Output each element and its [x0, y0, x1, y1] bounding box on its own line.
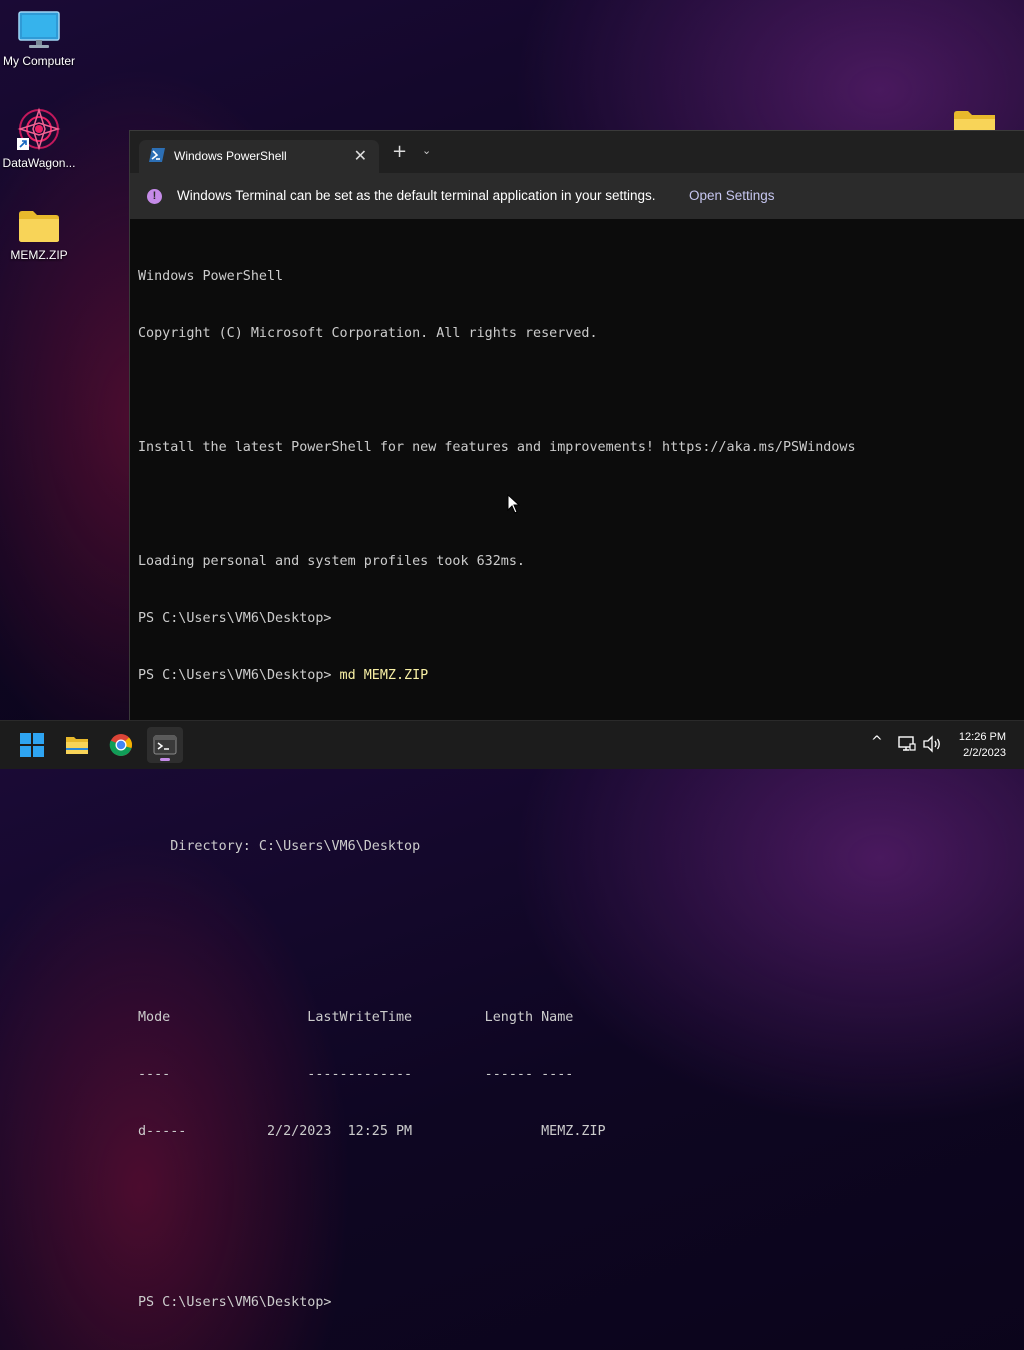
desktop-icon-my-computer[interactable]: My Computer — [0, 10, 78, 68]
console-line: Copyright (C) Microsoft Corporation. All… — [138, 326, 598, 341]
show-hidden-icons-button[interactable]: ^ — [871, 734, 883, 750]
desktop-icon-label: DataWagon... — [2, 156, 76, 170]
tab-title: Windows PowerShell — [174, 149, 287, 163]
command-text: md MEMZ.ZIP — [339, 668, 429, 683]
console-line: ---- ------------- ------ ---- — [138, 1067, 574, 1082]
folder-icon — [19, 211, 59, 242]
file-explorer-button[interactable] — [59, 727, 95, 763]
title-bar[interactable]: Windows PowerShell ✕ + ⌄ — [130, 131, 1024, 173]
terminal-button[interactable] — [147, 727, 183, 763]
taskbar: ^ 12:26 PM 2/2/2023 — [0, 720, 1024, 769]
powershell-icon — [149, 148, 165, 162]
info-bar: ! Windows Terminal can be set as the def… — [130, 173, 1024, 219]
console-command-line: PS C:\Users\VM6\Desktop> md MEMZ.ZIP — [138, 666, 1024, 685]
windows-logo-icon — [20, 733, 44, 757]
console-line: Mode LastWriteTime Length Name — [138, 1010, 574, 1025]
console-line: Windows PowerShell — [138, 269, 284, 284]
console-line: Install the latest PowerShell for new fe… — [138, 440, 856, 455]
monitor-icon — [18, 11, 60, 48]
console-line: PS C:\Users\VM6\Desktop> — [138, 1295, 332, 1310]
open-settings-link[interactable]: Open Settings — [689, 188, 775, 203]
new-tab-button[interactable]: + — [392, 143, 407, 161]
desktop-icon-label: MEMZ.ZIP — [10, 248, 68, 262]
folder-icon — [66, 737, 88, 754]
desktop-icon-label: My Computer — [2, 54, 76, 68]
chrome-icon — [109, 734, 132, 756]
prompt: PS C:\Users\VM6\Desktop> — [138, 668, 340, 683]
terminal-window: Windows PowerShell ✕ + ⌄ ! Windows Termi… — [129, 130, 1024, 1310]
console-line: Directory: C:\Users\VM6\Desktop — [138, 839, 421, 854]
chrome-button[interactable] — [103, 727, 139, 763]
clock-time: 12:26 PM — [958, 731, 1006, 743]
active-app-indicator — [160, 758, 170, 761]
clock-date: 2/2/2023 — [963, 747, 1006, 759]
network-icon[interactable] — [898, 735, 916, 753]
terminal-icon — [153, 735, 177, 755]
start-button[interactable] — [14, 727, 50, 763]
close-tab-button[interactable]: ✕ — [354, 146, 367, 165]
info-message: Windows Terminal can be set as the defau… — [177, 188, 656, 203]
system-clock[interactable]: 12:26 PM 2/2/2023 — [959, 729, 1006, 761]
mouse-pointer-icon — [507, 494, 521, 514]
desktop-icon-memz-zip[interactable]: MEMZ.ZIP — [0, 208, 78, 262]
console-line: d----- 2/2/2023 12:25 PM MEMZ.ZIP — [138, 1124, 606, 1139]
info-icon: ! — [147, 189, 162, 204]
chevron-down-icon[interactable]: ⌄ — [422, 144, 431, 157]
console-output[interactable]: Windows PowerShell Copyright (C) Microso… — [138, 229, 1024, 1350]
desktop-icon-datawagon[interactable]: DataWagon... — [0, 106, 78, 170]
tab-windows-powershell[interactable]: Windows PowerShell ✕ — [139, 140, 379, 173]
datawagon-app-icon — [17, 107, 61, 151]
console-line: Loading personal and system profiles too… — [138, 554, 525, 569]
console-line: PS C:\Users\VM6\Desktop> — [138, 611, 332, 626]
volume-icon[interactable] — [922, 735, 942, 753]
